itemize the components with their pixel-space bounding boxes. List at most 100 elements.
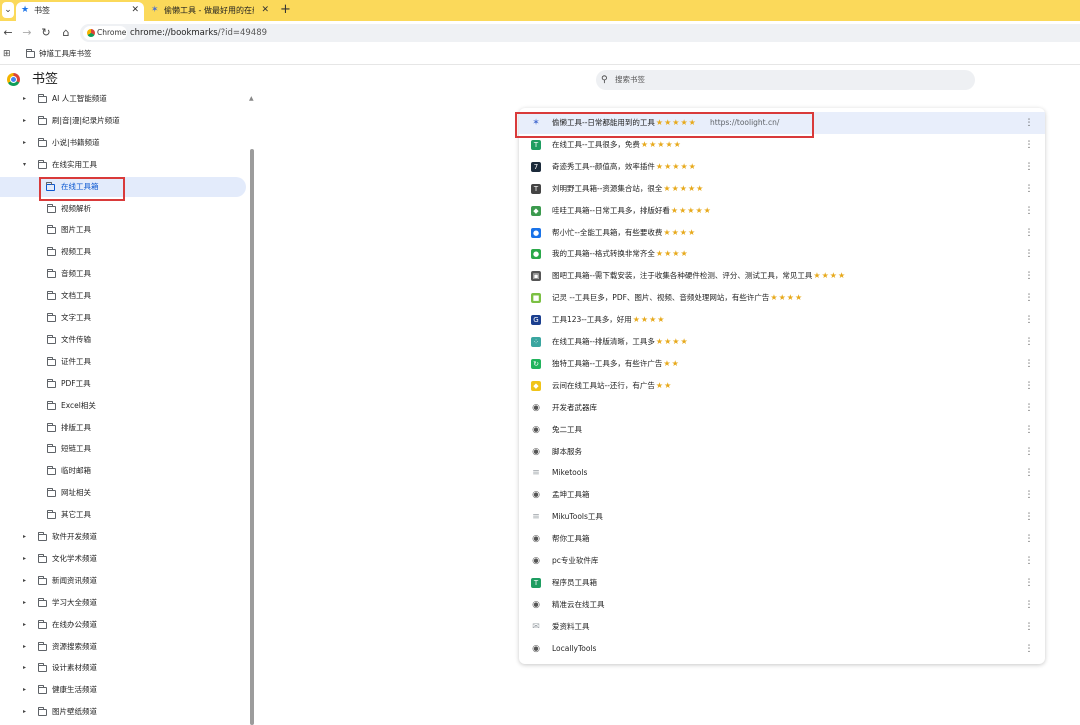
bookmark-row[interactable]: ▣ 图吧工具箱--需下载安装，注于收集各种硬件检测、评分、测试工具，常见工具★★★… xyxy=(519,265,1045,287)
search-bookmarks-input[interactable]: ⚲ 搜索书签 xyxy=(596,70,975,90)
bookmark-row[interactable]: ≡ Miketools ⋮ xyxy=(519,462,1045,484)
chevron-right-icon[interactable]: ▸ xyxy=(23,527,26,547)
more-options-icon[interactable]: ⋮ xyxy=(1023,309,1035,331)
tab-toolight[interactable]: ✶ 偷懒工具 - 做最好用的在线工具 ✕ xyxy=(146,2,274,21)
bookmark-row[interactable]: ◉ 脚本服务 ⋮ xyxy=(519,441,1045,463)
more-options-icon[interactable]: ⋮ xyxy=(1023,638,1035,660)
bookmark-row[interactable]: ◉ 开发者武器库 ⋮ xyxy=(519,397,1045,419)
more-options-icon[interactable]: ⋮ xyxy=(1023,287,1035,309)
sidebar-item[interactable]: Excel相关 xyxy=(0,396,246,416)
more-options-icon[interactable]: ⋮ xyxy=(1023,441,1035,463)
sidebar-item[interactable]: PDF工具 xyxy=(0,374,246,394)
home-icon[interactable]: ⌂ xyxy=(58,24,74,42)
reload-icon[interactable]: ↻ xyxy=(38,24,54,42)
sidebar-item[interactable]: ▸ 刷|音|漫|纪录片频道 xyxy=(0,111,246,131)
sidebar-item[interactable]: 视频解析 xyxy=(0,199,246,219)
chevron-right-icon[interactable]: ▸ xyxy=(23,133,26,153)
bookmark-row[interactable]: ◉ 帮你工具箱 ⋮ xyxy=(519,528,1045,550)
sidebar-item[interactable]: ▾ 在线实用工具 xyxy=(0,155,246,175)
scroll-up-arrow-icon[interactable]: ▲ xyxy=(249,95,254,102)
sidebar-item[interactable]: ▸ 健康生活频道 xyxy=(0,680,246,700)
tab-search-button[interactable]: ⌄ xyxy=(2,2,14,18)
back-arrow-icon[interactable]: ← xyxy=(0,24,16,42)
sidebar-item[interactable]: ▸ 小说|书籍频道 xyxy=(0,133,246,153)
chevron-down-icon[interactable]: ▾ xyxy=(23,155,26,175)
bookmark-row[interactable]: ⁘ 在线工具箱--排版清晰，工具多★★★★ ⋮ xyxy=(519,331,1045,353)
more-options-icon[interactable]: ⋮ xyxy=(1023,397,1035,419)
sidebar-item[interactable]: 文字工具 xyxy=(0,308,246,328)
sidebar-item[interactable]: ▸ 文化学术频道 xyxy=(0,549,246,569)
more-options-icon[interactable]: ⋮ xyxy=(1023,222,1035,244)
sidebar-item[interactable]: ▸ 在线办公频道 xyxy=(0,615,246,635)
more-options-icon[interactable]: ⋮ xyxy=(1023,375,1035,397)
chevron-right-icon[interactable]: ▸ xyxy=(23,702,26,722)
chevron-right-icon[interactable]: ▸ xyxy=(23,571,26,591)
bookmark-row[interactable]: G 工具123--工具多，好用★★★★ ⋮ xyxy=(519,309,1045,331)
more-options-icon[interactable]: ⋮ xyxy=(1023,528,1035,550)
bookmark-row[interactable]: ≡ MikuTools工具 ⋮ xyxy=(519,506,1045,528)
close-icon[interactable]: ✕ xyxy=(131,2,139,19)
forward-arrow-icon[interactable]: → xyxy=(19,24,35,42)
close-icon[interactable]: ✕ xyxy=(261,2,269,19)
more-options-icon[interactable]: ⋮ xyxy=(1023,419,1035,441)
bookmark-row[interactable]: ◆ 云间在线工具站--还行，有广告★★ ⋮ xyxy=(519,375,1045,397)
sidebar-item[interactable]: 文档工具 xyxy=(0,286,246,306)
sidebar-item[interactable]: ▸ 学习大全频道 xyxy=(0,593,246,613)
sidebar-item[interactable]: ▸ 图片壁纸频道 xyxy=(0,702,246,722)
bookmark-row[interactable]: 7 奇迹秀工具--颜值高，效率插件★★★★★ ⋮ xyxy=(519,156,1045,178)
bookmark-row[interactable]: T 程序员工具箱 ⋮ xyxy=(519,572,1045,594)
sidebar-item[interactable]: 临时邮箱 xyxy=(0,461,246,481)
more-options-icon[interactable]: ⋮ xyxy=(1023,572,1035,594)
apps-grid-icon[interactable]: ⊞ xyxy=(3,49,11,59)
chevron-right-icon[interactable]: ▸ xyxy=(23,658,26,678)
sidebar-item[interactable]: ▸ 新闻资讯频道 xyxy=(0,571,246,591)
bookmarks-bar-folder[interactable]: 钟馗工具库书签 xyxy=(26,45,92,63)
more-options-icon[interactable]: ⋮ xyxy=(1023,616,1035,638)
bookmark-row[interactable]: ■ 记灵 --工具巨多，PDF、图片、视频、音频处理网站，有些许广告★★★★ ⋮ xyxy=(519,287,1045,309)
more-options-icon[interactable]: ⋮ xyxy=(1023,112,1035,134)
sidebar-item[interactable]: ▸ 资源搜索频道 xyxy=(0,637,246,657)
bookmark-row[interactable]: ↻ 独特工具箱--工具多，有些许广告★★ ⋮ xyxy=(519,353,1045,375)
more-options-icon[interactable]: ⋮ xyxy=(1023,353,1035,375)
bookmark-row[interactable]: ● 我的工具箱--格式转换非常齐全★★★★ ⋮ xyxy=(519,243,1045,265)
sidebar-item[interactable]: 排版工具 xyxy=(0,418,246,438)
tab-bookmarks[interactable]: ★ 书签 ✕ xyxy=(16,2,144,21)
sidebar-item[interactable]: ▸ 软件开发频道 xyxy=(0,527,246,547)
address-bar[interactable]: Chrome chrome://bookmarks/?id=49489 xyxy=(80,24,1080,42)
more-options-icon[interactable]: ⋮ xyxy=(1023,550,1035,572)
sidebar-item[interactable]: 音频工具 xyxy=(0,264,246,284)
chevron-right-icon[interactable]: ▸ xyxy=(23,89,26,109)
sidebar-item[interactable]: ▸ AI 人工智能频道 xyxy=(0,89,246,109)
more-options-icon[interactable]: ⋮ xyxy=(1023,265,1035,287)
bookmark-row[interactable]: ◉ 精准云在线工具 ⋮ xyxy=(519,594,1045,616)
chevron-right-icon[interactable]: ▸ xyxy=(23,549,26,569)
sidebar-item[interactable]: 短链工具 xyxy=(0,439,246,459)
more-options-icon[interactable]: ⋮ xyxy=(1023,134,1035,156)
chevron-right-icon[interactable]: ▸ xyxy=(23,637,26,657)
more-options-icon[interactable]: ⋮ xyxy=(1023,178,1035,200)
bookmark-row[interactable]: ◉ LocallyTools ⋮ xyxy=(519,638,1045,660)
chevron-right-icon[interactable]: ▸ xyxy=(23,680,26,700)
more-options-icon[interactable]: ⋮ xyxy=(1023,484,1035,506)
sidebar-item[interactable]: 证件工具 xyxy=(0,352,246,372)
more-options-icon[interactable]: ⋮ xyxy=(1023,594,1035,616)
url-text[interactable]: chrome://bookmarks/?id=49489 xyxy=(130,24,267,42)
bookmark-row[interactable]: ◉ pc专业软件库 ⋮ xyxy=(519,550,1045,572)
sidebar-item[interactable]: 网址相关 xyxy=(0,483,246,503)
more-options-icon[interactable]: ⋮ xyxy=(1023,243,1035,265)
bookmark-row[interactable]: ◉ 孟坤工具箱 ⋮ xyxy=(519,484,1045,506)
more-options-icon[interactable]: ⋮ xyxy=(1023,462,1035,484)
bookmark-row[interactable]: T 刘明野工具箱--资源集合站，很全★★★★★ ⋮ xyxy=(519,178,1045,200)
bookmark-row[interactable]: ✉ 爱资料工具 ⋮ xyxy=(519,616,1045,638)
sidebar-item[interactable]: 其它工具 xyxy=(0,505,246,525)
more-options-icon[interactable]: ⋮ xyxy=(1023,200,1035,222)
sidebar-item[interactable]: 文件传输 xyxy=(0,330,246,350)
bookmark-row[interactable]: ◉ 兔二工具 ⋮ xyxy=(519,419,1045,441)
more-options-icon[interactable]: ⋮ xyxy=(1023,331,1035,353)
chevron-right-icon[interactable]: ▸ xyxy=(23,593,26,613)
bookmark-row[interactable]: ◆ 哇哇工具箱--日常工具多，排版好看★★★★★ ⋮ xyxy=(519,200,1045,222)
more-options-icon[interactable]: ⋮ xyxy=(1023,506,1035,528)
sidebar-item[interactable]: ▸ 设计素材频道 xyxy=(0,658,246,678)
bookmark-row[interactable]: ● 帮小忙--全能工具箱，有些要收费★★★★ ⋮ xyxy=(519,222,1045,244)
chevron-right-icon[interactable]: ▸ xyxy=(23,615,26,635)
